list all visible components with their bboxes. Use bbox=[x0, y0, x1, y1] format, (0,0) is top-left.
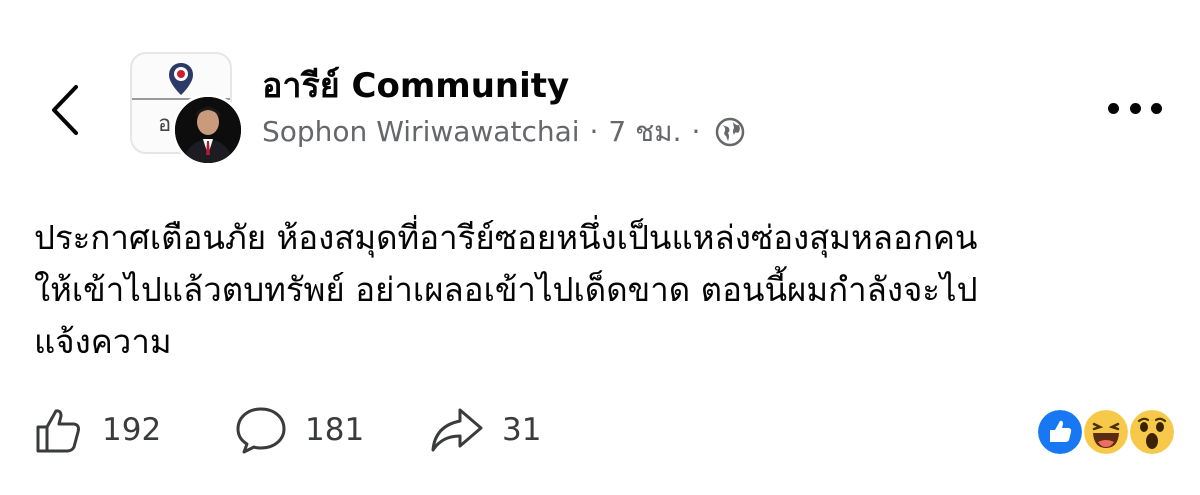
thumbs-up-icon bbox=[36, 409, 80, 453]
author-photo bbox=[175, 97, 241, 163]
like-button[interactable]: 192 bbox=[34, 402, 161, 458]
share-arrow-icon bbox=[431, 408, 483, 452]
meta-separator: · bbox=[691, 115, 701, 148]
post-meta: Sophon Wiriwawatchai · 7 ชม. · bbox=[262, 112, 746, 152]
share-count: 31 bbox=[502, 412, 542, 448]
post-time[interactable]: 7 ชม. bbox=[608, 112, 681, 152]
back-button[interactable] bbox=[40, 78, 90, 142]
meta-separator: · bbox=[589, 115, 599, 148]
share-button[interactable]: 31 bbox=[430, 402, 541, 458]
wow-reaction-icon bbox=[1128, 408, 1176, 456]
comment-button[interactable]: 181 bbox=[235, 402, 364, 458]
comment-bubble-icon bbox=[236, 407, 286, 454]
comment-count: 181 bbox=[305, 412, 365, 448]
author-avatar[interactable] bbox=[172, 94, 244, 166]
more-options-button[interactable] bbox=[1108, 94, 1162, 122]
post-body: ประกาศเตือนภัย ห้องสมุดที่อารีย์ซอยหนึ่ง… bbox=[34, 212, 1174, 368]
post-text-line: แจ้งความ bbox=[34, 322, 172, 361]
like-count: 192 bbox=[102, 412, 162, 448]
post-text-line: ให้เข้าไปแล้วตบทรัพย์ อย่าเผลอเข้าไปเด็ด… bbox=[34, 270, 978, 309]
map-pin-icon bbox=[169, 63, 193, 95]
haha-reaction-icon bbox=[1082, 408, 1130, 456]
group-name[interactable]: อารีย์ Community bbox=[262, 64, 569, 108]
ellipsis-icon-dot bbox=[1151, 102, 1162, 114]
ellipsis-icon-dot bbox=[1108, 102, 1119, 114]
ellipsis-icon-dot bbox=[1129, 102, 1141, 114]
reaction-summary[interactable] bbox=[1036, 408, 1176, 456]
like-reaction-icon bbox=[1036, 408, 1084, 456]
chevron-left-icon bbox=[52, 85, 78, 135]
author-name[interactable]: Sophon Wiriwawatchai bbox=[262, 112, 580, 152]
globe-icon[interactable] bbox=[714, 116, 746, 148]
post-text-line: ประกาศเตือนภัย ห้องสมุดที่อารีย์ซอยหนึ่ง… bbox=[34, 218, 978, 257]
